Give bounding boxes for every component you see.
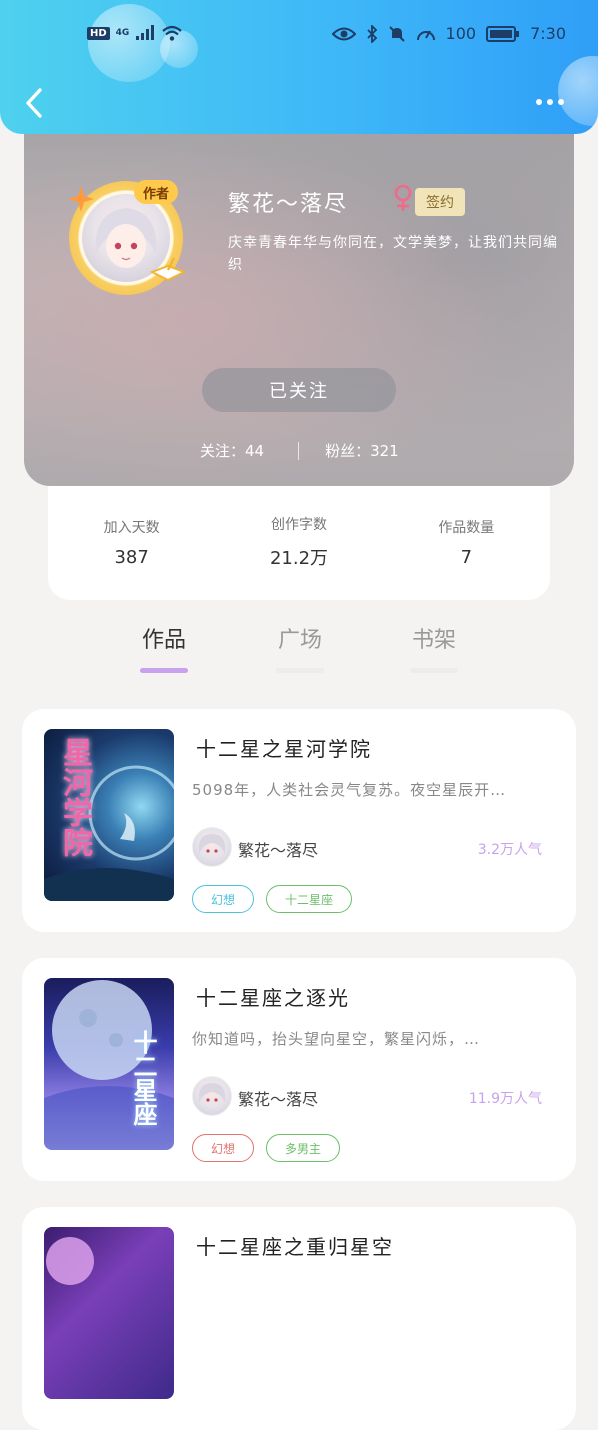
network-label: 4G xyxy=(115,28,130,38)
battery-percent: 100 xyxy=(445,24,477,43)
book-card[interactable]: 十二星座 十二星座之逐光 你知道吗，抬头望向星空，繁星闪烁，… 繁花～落尽 11… xyxy=(22,958,576,1181)
cover-title: 星河学院 xyxy=(57,737,92,857)
cover-title: 十二星座 xyxy=(129,1030,157,1126)
mute-bell-icon xyxy=(388,25,405,42)
book-tag[interactable]: 幻想 xyxy=(192,1134,255,1162)
book-description: 5098年，人类社会灵气复苏。夜空星辰开… xyxy=(192,781,507,799)
top-header: HD 4G 100 7:30 xyxy=(0,0,598,134)
anime-girl-avatar-icon xyxy=(198,834,226,854)
clock-time: 7:30 xyxy=(530,24,566,43)
stat-label: 加入天数 xyxy=(103,519,160,536)
following-count[interactable]: 关注：44 xyxy=(200,440,264,461)
stat-label: 作品数量 xyxy=(438,519,495,536)
book-author-avatar xyxy=(192,1076,232,1116)
tab-label: 书架 xyxy=(411,628,456,653)
follow-counts: 关注：44 粉丝：321 xyxy=(200,440,399,461)
signed-badge: 签约 xyxy=(415,188,465,216)
tab-bookshelf[interactable]: 书架 xyxy=(394,622,474,673)
author-name: 繁花～落尽 xyxy=(228,192,349,217)
follow-button[interactable]: 已关注 xyxy=(202,368,396,412)
book-title[interactable]: 十二星之星河学院 xyxy=(196,733,372,762)
stat-work-count: 作品数量 7 xyxy=(383,478,550,600)
hd-badge: HD xyxy=(87,26,110,40)
book-author: 繁花～落尽 xyxy=(238,841,319,860)
book-tags: 幻想 十二星座 xyxy=(192,885,353,913)
book-author: 繁花～落尽 xyxy=(238,1090,319,1109)
tab-underline xyxy=(140,668,188,673)
book-author-avatar xyxy=(192,827,232,867)
signal-icon xyxy=(136,25,155,40)
stat-value: 21.2万 xyxy=(269,548,329,569)
book-tag[interactable]: 幻想 xyxy=(192,885,255,913)
back-arrow-icon[interactable] xyxy=(20,86,50,120)
sparkle-icon xyxy=(68,186,94,212)
book-cover[interactable]: 星河学院 xyxy=(44,729,174,901)
author-avatar[interactable]: 作者 xyxy=(64,176,188,300)
wifi-icon xyxy=(162,25,183,41)
stat-value: 387 xyxy=(114,546,149,568)
book-title[interactable]: 十二星座之重归星空 xyxy=(196,1231,394,1260)
fans-count[interactable]: 粉丝：321 xyxy=(325,440,399,461)
stats-card: 加入天数 387 创作字数 21.2万 作品数量 7 xyxy=(48,478,550,600)
stat-word-count: 创作字数 21.2万 xyxy=(215,478,382,600)
profile-tabs: 作品 广场 书架 xyxy=(0,600,598,684)
decor-bubble xyxy=(558,56,598,126)
stat-label: 创作字数 xyxy=(270,517,327,533)
tab-label: 作品 xyxy=(141,628,186,653)
eye-icon xyxy=(331,27,356,40)
status-bar-left: HD 4G xyxy=(87,24,183,42)
tab-underline xyxy=(276,668,324,673)
book-card[interactable]: 星河学院 十二星之星河学院 5098年，人类社会灵气复苏。夜空星辰开… 繁花～落… xyxy=(22,709,576,932)
book-pen-icon xyxy=(150,257,186,282)
author-bio: 庆幸青春年华与你同在，文学美梦，让我们共同编织 xyxy=(228,235,558,273)
book-popularity: 11.9万人气 xyxy=(468,1091,542,1107)
book-cover[interactable]: 十二星座 xyxy=(44,978,174,1150)
stat-value: 7 xyxy=(460,546,473,568)
tab-underline xyxy=(410,668,458,673)
status-bar-right: 100 7:30 xyxy=(331,24,566,43)
more-options-button[interactable] xyxy=(536,94,572,110)
book-tags: 幻想 多男主 xyxy=(192,1134,341,1162)
author-tag: 作者 xyxy=(134,180,178,204)
book-tag[interactable]: 多男主 xyxy=(266,1134,341,1162)
battery-icon xyxy=(486,25,520,42)
tab-label: 广场 xyxy=(277,628,322,653)
profile-card: 作者 繁花～落尽 签约 庆幸青春年华与你同在，文学美梦，让我们共同编织 已关注 … xyxy=(24,120,574,486)
book-card[interactable]: 十二星座之重归星空 xyxy=(22,1207,576,1430)
stat-join-days: 加入天数 387 xyxy=(48,478,215,600)
speed-gauge-icon xyxy=(416,30,435,40)
bluetooth-icon xyxy=(366,24,377,43)
book-description: 你知道吗，抬头望向星空，繁星闪烁，… xyxy=(192,1030,481,1048)
book-popularity: 3.2万人气 xyxy=(477,842,542,858)
tab-plaza[interactable]: 广场 xyxy=(260,622,340,673)
divider xyxy=(298,441,300,460)
female-gender-icon xyxy=(394,184,412,211)
book-cover[interactable] xyxy=(44,1227,174,1399)
moon-cover-art-icon xyxy=(46,1237,94,1285)
decor-bubble xyxy=(88,4,170,82)
anime-girl-avatar-icon xyxy=(198,1083,226,1103)
book-title[interactable]: 十二星座之逐光 xyxy=(196,982,350,1011)
book-tag[interactable]: 十二星座 xyxy=(266,885,353,913)
tab-works[interactable]: 作品 xyxy=(124,622,204,673)
